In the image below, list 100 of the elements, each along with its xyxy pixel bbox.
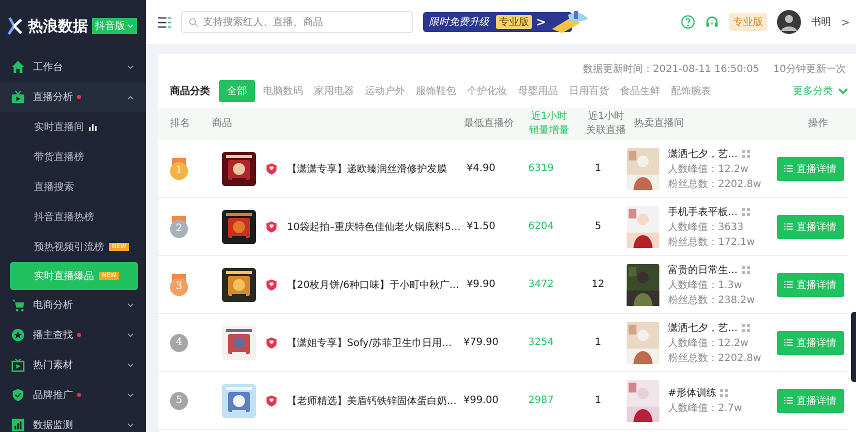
product-title[interactable]: 【潇姐专享】Sofy/苏菲卫生巾日用... xyxy=(287,336,452,350)
product-title[interactable]: 【潇潇专享】递欧臻润丝滑修护发膜 xyxy=(287,162,447,176)
related-count: 12 xyxy=(592,279,604,290)
chevron-icon xyxy=(127,302,134,308)
chevron-down-icon xyxy=(127,24,134,28)
price: ¥79.90 xyxy=(464,337,498,348)
fan-count: 粉丝总数：172.1w xyxy=(668,236,755,248)
shield-icon xyxy=(266,336,277,348)
tv-icon xyxy=(11,358,25,372)
shield-icon xyxy=(266,278,277,290)
peak-viewers: 人数峰值：12.2w xyxy=(668,162,750,176)
chevron-icon xyxy=(127,64,134,70)
user-name[interactable]: 书明 xyxy=(810,15,831,29)
update-time: 数据更新时间：2021-08-11 16:50:05 xyxy=(583,62,760,76)
rank-badge: 4 xyxy=(170,334,188,352)
list-icon xyxy=(784,223,792,230)
related-count: 1 xyxy=(594,163,602,174)
side-handle[interactable] xyxy=(851,312,856,382)
price: ¥1.50 xyxy=(466,221,496,232)
sales-increase: 6204 xyxy=(528,221,554,232)
qr-code-icon[interactable] xyxy=(720,389,728,397)
fan-count: 粉丝总数：2202.8w xyxy=(668,178,762,190)
list-icon xyxy=(784,281,792,288)
rank-badge: 1 xyxy=(170,162,188,180)
fan-count: 粉丝总数：2202.8w xyxy=(668,352,762,364)
room-name[interactable]: 潇洒七夕，艺... xyxy=(668,146,738,160)
sales-increase: 3472 xyxy=(528,279,554,290)
shield-icon xyxy=(266,394,277,406)
column-header: 最低直播价 xyxy=(463,117,515,131)
help-icon[interactable] xyxy=(680,15,695,29)
sidebar-item[interactable]: 播主查找 xyxy=(0,320,146,350)
price: ¥4.90 xyxy=(466,163,496,174)
price: ¥99.00 xyxy=(464,395,498,406)
logo-icon xyxy=(6,16,24,36)
column-header: 商品 xyxy=(212,117,233,131)
rank-badge: 5 xyxy=(170,392,188,410)
sales-increase: 6319 xyxy=(528,163,554,174)
qr-code-icon[interactable] xyxy=(742,324,750,332)
related-count: 1 xyxy=(594,395,602,406)
sidebar-item[interactable]: 数据监测 xyxy=(0,410,146,432)
column-header: 排名 xyxy=(170,117,191,131)
sidebar-item[interactable]: 品牌推广 xyxy=(0,380,146,410)
peak-viewers: 人数峰值：3633 xyxy=(668,220,744,234)
cart-icon xyxy=(11,298,25,312)
sidebar-item[interactable]: 热门素材 xyxy=(0,350,146,380)
qr-code-icon[interactable] xyxy=(742,208,750,216)
room-name[interactable]: 手机手表平板... xyxy=(668,204,738,218)
sidebar-item[interactable]: 电商分析 xyxy=(0,290,146,320)
chevron-icon xyxy=(127,422,134,428)
avatar[interactable] xyxy=(776,10,801,34)
room-name[interactable]: #形体训练 xyxy=(668,386,716,400)
shield-icon xyxy=(266,220,277,232)
sidebar-item[interactable]: 直播分析 xyxy=(0,82,146,112)
qr-code-icon[interactable] xyxy=(742,266,750,274)
sidebar-subitem[interactable]: 实时直播间 xyxy=(0,112,146,142)
related-count: 5 xyxy=(594,221,602,232)
list-icon xyxy=(784,397,792,404)
chevron-down-icon[interactable] xyxy=(838,88,848,94)
chevron-icon xyxy=(127,362,134,368)
pro-badge: 专业版 xyxy=(496,15,532,29)
menu-icon[interactable] xyxy=(158,16,171,28)
list-icon xyxy=(784,165,792,172)
sidebar-subitem[interactable]: 抖音直播热榜 xyxy=(0,202,146,232)
shield-icon xyxy=(266,162,277,174)
sidebar-item[interactable]: 工作台 xyxy=(0,52,146,82)
arrow-text: > xyxy=(536,15,546,29)
price: ¥9.90 xyxy=(466,279,496,290)
room-name[interactable]: 潇洒七夕，艺... xyxy=(668,320,738,334)
peak-viewers: 人数峰值：12.2w xyxy=(668,336,750,350)
search-icon xyxy=(189,18,198,26)
related-count: 1 xyxy=(594,337,602,348)
fan-count: 粉丝总数：238.2w xyxy=(668,294,755,306)
update-interval: 10分钟更新一次 xyxy=(773,62,846,76)
home-icon xyxy=(11,60,25,74)
chevron-icon xyxy=(127,94,134,100)
rank-badge: 2 xyxy=(170,220,188,238)
logo-title: 热浪数据 xyxy=(28,16,88,36)
product-title[interactable]: 【老师精选】美盾钙铁锌固体蛋白奶... xyxy=(287,394,457,408)
product-title[interactable]: 【20枚月饼/6种口味】于小町中秋广... xyxy=(287,278,459,292)
promo-banner[interactable]: 限时免费升级 xyxy=(423,15,492,29)
chevron-icon xyxy=(127,392,134,398)
column-header: 近1小时 关联直播 xyxy=(585,110,627,138)
sidebar-subitem[interactable]: 直播搜索 xyxy=(0,172,146,202)
sidebar-subitem[interactable]: 带货直播榜 xyxy=(0,142,146,172)
shield-icon xyxy=(11,388,25,402)
chevron-icon xyxy=(127,332,134,338)
arrow-text[interactable]: > xyxy=(840,16,850,28)
sales-increase: 3254 xyxy=(528,337,554,348)
sales-increase: 2987 xyxy=(528,395,554,406)
video-icon xyxy=(11,90,25,104)
product-title[interactable]: 10袋起拍–重庆特色佳仙老火锅底料5... xyxy=(287,220,461,234)
headset-icon[interactable] xyxy=(704,15,719,29)
peak-viewers: 人数峰值：1.3w xyxy=(668,278,744,292)
list-icon xyxy=(784,339,792,346)
rank-badge: 3 xyxy=(170,278,188,296)
column-header: 热卖直播间 xyxy=(634,117,685,131)
peak-viewers: 人数峰值：2.7w xyxy=(668,402,742,415)
category-label: 商品分类 xyxy=(170,84,210,98)
room-name[interactable]: 富贵的日常生... xyxy=(668,262,738,276)
qr-code-icon[interactable] xyxy=(742,150,750,158)
